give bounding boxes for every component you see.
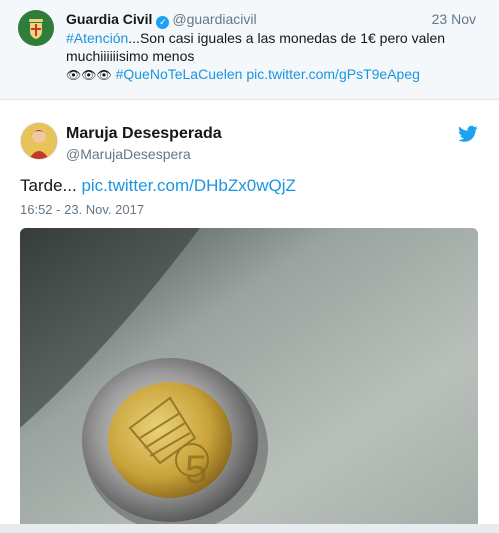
- verified-badge-icon: ✓: [156, 16, 170, 29]
- quoted-text-line1: ...Son casi iguales a las monedas de 1€ …: [128, 30, 446, 46]
- quoted-text-line2: muchiiiiiisimo menos: [66, 48, 195, 64]
- guardia-civil-avatar[interactable]: [18, 10, 54, 46]
- quoted-author-name[interactable]: Guardia Civil: [66, 11, 152, 27]
- tweet-photo[interactable]: 5: [20, 228, 478, 533]
- svg-text:5: 5: [185, 448, 207, 492]
- quoted-tweet-header: Guardia Civil ✓ @guardiacivil 23 Nov: [66, 10, 486, 29]
- author-name[interactable]: Maruja Desesperada: [66, 124, 222, 144]
- bottom-strip: [0, 524, 499, 533]
- hashtag2-link[interactable]: #QueNoTeLaCuelen: [116, 66, 243, 82]
- tweet-timestamp[interactable]: 16:52 - 23. Nov. 2017: [20, 202, 144, 218]
- tweet-text: Tarde... pic.twitter.com/DHbZx0wQjZ: [20, 175, 296, 197]
- quoted-pic-link[interactable]: pic.twitter.com/gPsT9eApeg: [246, 66, 420, 82]
- eyes-emoji-icon: 👁👁👁: [66, 68, 112, 82]
- maruja-avatar[interactable]: [20, 122, 58, 160]
- hashtag-link[interactable]: #Atención: [66, 30, 128, 46]
- tweet-pic-link[interactable]: pic.twitter.com/DHbZx0wQjZ: [81, 176, 295, 195]
- quoted-tweet-date[interactable]: 23 Nov: [432, 10, 476, 28]
- tweet-body: Tarde...: [20, 176, 77, 195]
- quoted-author-handle[interactable]: @guardiacivil: [172, 11, 256, 27]
- author-handle[interactable]: @MarujaDesespera: [66, 145, 191, 163]
- quoted-tweet[interactable]: Guardia Civil ✓ @guardiacivil 23 Nov #Aten…: [0, 0, 499, 100]
- quoted-tweet-text: #Atención...Son casi iguales a las moned…: [66, 29, 486, 84]
- twitter-bird-icon[interactable]: [458, 125, 478, 143]
